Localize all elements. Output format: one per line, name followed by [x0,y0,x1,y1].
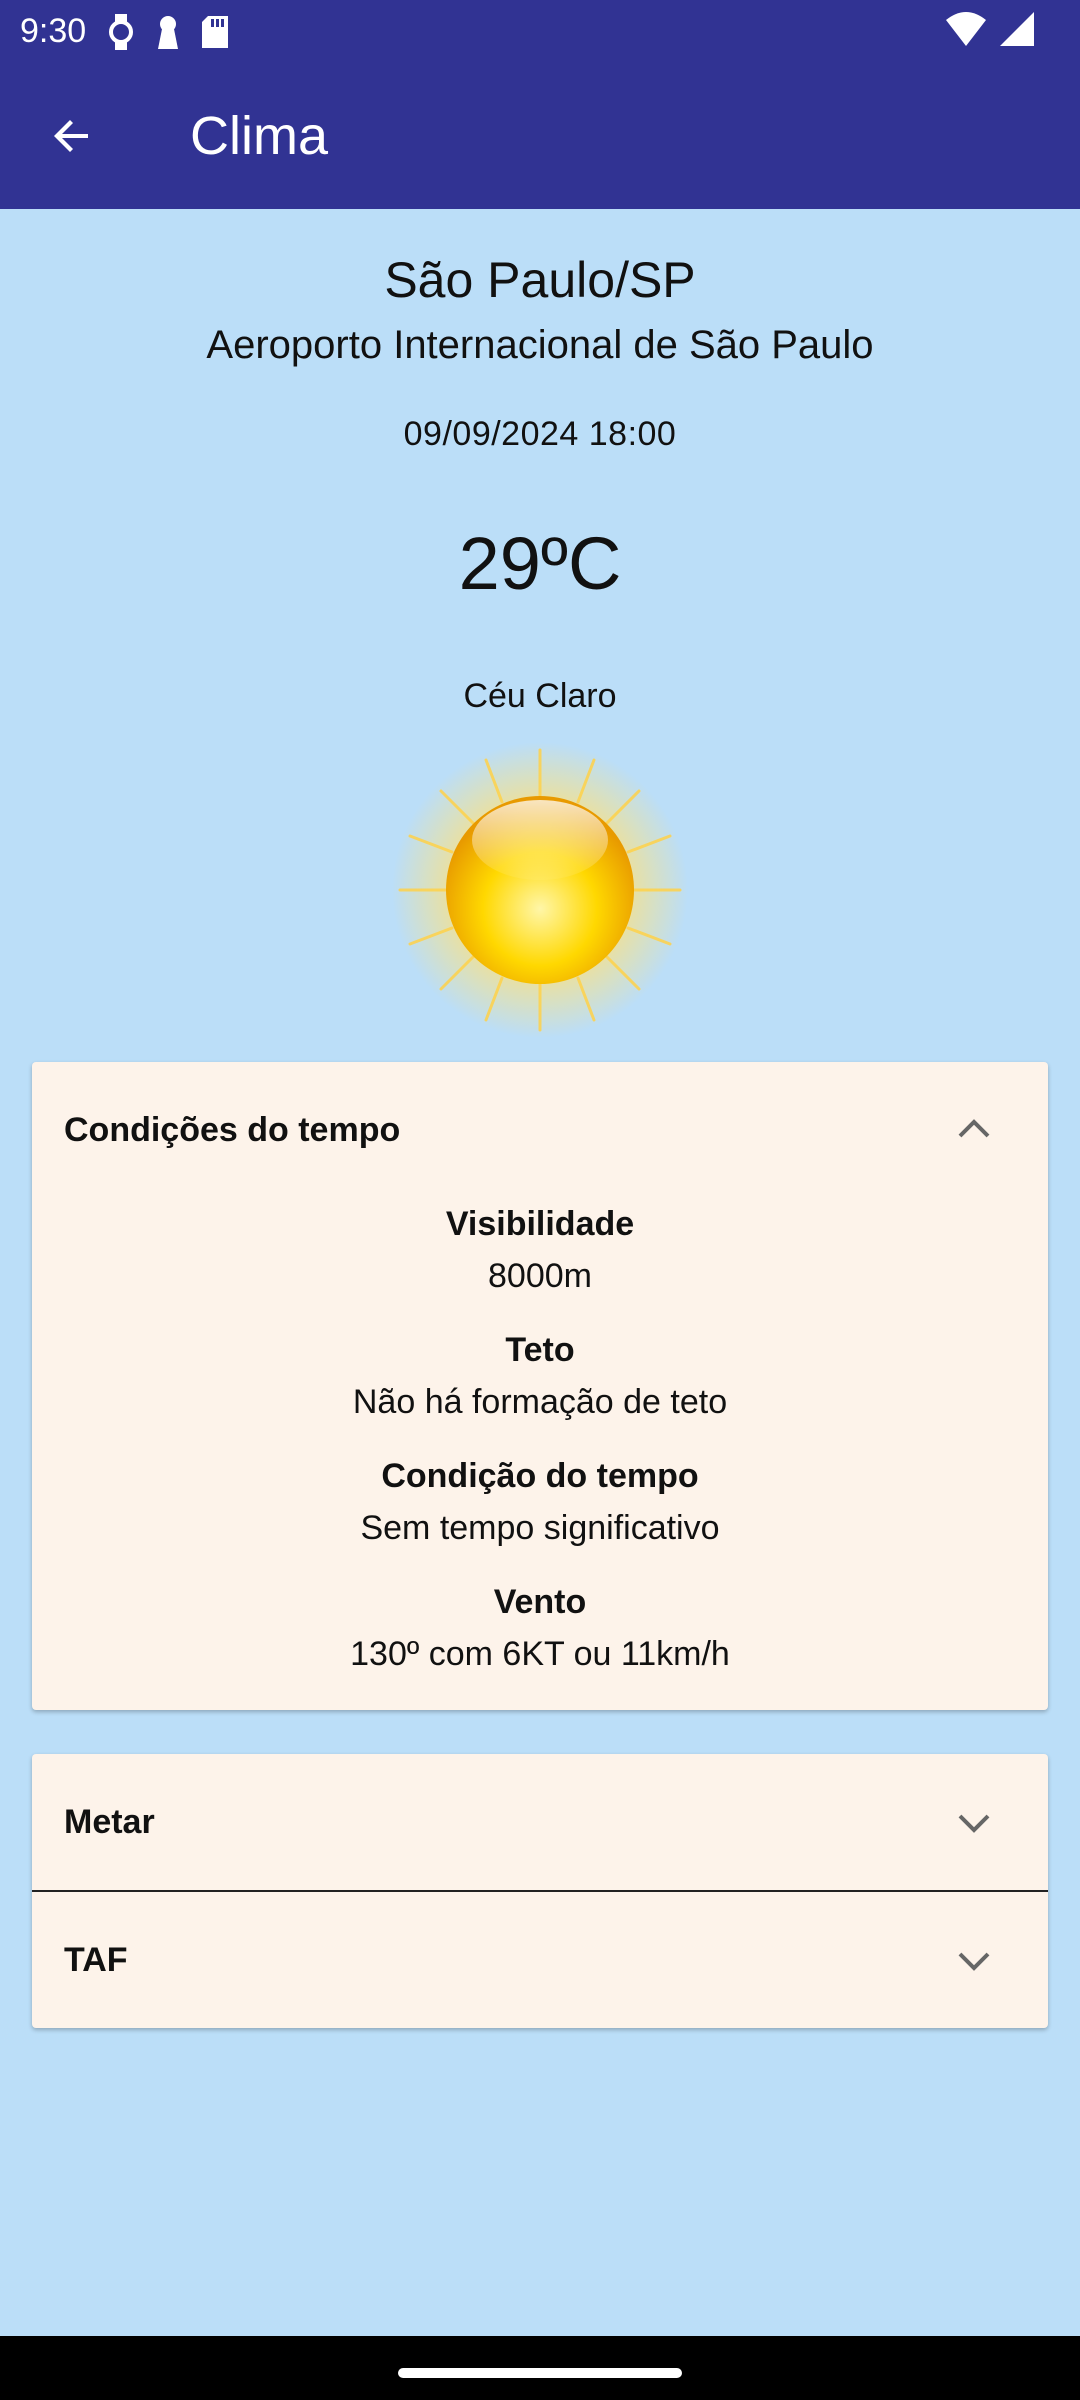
page-title: Clima [190,106,329,166]
reports-panel: Metar TAF [32,1754,1048,2028]
wifi-icon [946,12,986,46]
metar-panel-header[interactable]: Metar [32,1754,1048,1890]
condition-label: Vento [493,1583,587,1621]
app-bar: Clima [0,63,1080,209]
status-system-icons [946,12,1034,46]
observation-datetime: 09/09/2024 18:00 [403,415,677,453]
status-time: 9:30 [20,12,87,50]
condition-label: Teto [505,1331,575,1369]
condition-value: 130º com 6KT ou 11km/h [350,1635,730,1673]
status-bar: 9:30 [0,0,1080,63]
watch-icon [109,13,134,50]
temperature: 29ºC [458,522,622,605]
signal-icon [1000,12,1034,46]
conditions-list: Visibilidade 8000m Teto Não há formação … [32,1198,1048,1680]
sun-icon [392,742,688,1038]
taf-panel-title: TAF [64,1940,128,1979]
city-name: São Paulo/SP [384,252,696,308]
condition-value: Sem tempo significativo [360,1509,720,1547]
chevron-up-icon [958,1119,990,1138]
sky-condition: Céu Claro [463,677,617,715]
conditions-panel-header[interactable]: Condições do tempo [32,1062,1048,1198]
conditions-panel-title: Condições do tempo [64,1110,401,1149]
back-button[interactable] [38,102,106,170]
airport-name: Aeroporto Internacional de São Paulo [206,323,874,367]
chevron-down-icon [958,1814,990,1833]
taf-panel-header[interactable]: TAF [32,1892,1048,2028]
condition-item-weather: Condição do tempo Sem tempo significativ… [32,1450,1048,1554]
metar-panel-title: Metar [64,1802,155,1841]
condition-value: Não há formação de teto [352,1383,728,1421]
sd-card-icon [202,15,229,48]
chevron-down-icon [958,1952,990,1971]
conditions-panel: Condições do tempo Visibilidade 8000m Te… [32,1062,1048,1710]
arrow-left-icon [54,120,88,152]
condition-value: 8000m [488,1257,592,1295]
keyhole-icon [158,15,179,49]
home-gesture-handle[interactable] [398,2368,682,2378]
weather-icon [390,740,690,1040]
condition-item-ceiling: Teto Não há formação de teto [32,1324,1048,1428]
status-notification-icons [108,13,229,50]
condition-label: Condição do tempo [381,1457,699,1495]
condition-item-wind: Vento 130º com 6KT ou 11km/h [32,1576,1048,1680]
condition-label: Visibilidade [445,1205,635,1243]
condition-item-visibility: Visibilidade 8000m [32,1198,1048,1302]
